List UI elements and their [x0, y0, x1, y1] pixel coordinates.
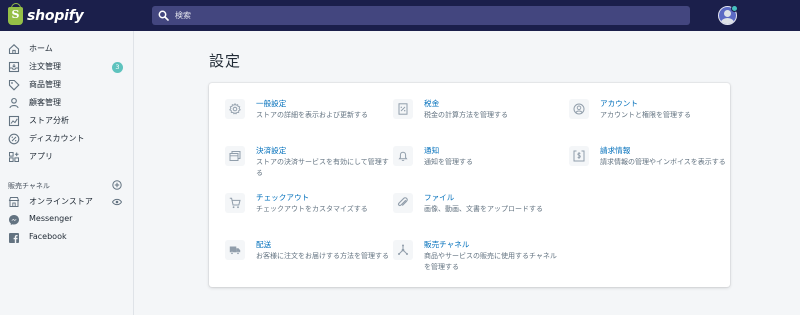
setting-title[interactable]: 税金: [424, 98, 439, 109]
setting-icon-tile: [225, 146, 245, 166]
sidebar-item-label: ディスカウント: [29, 134, 85, 143]
setting-icon-tile: [393, 193, 413, 213]
sidebar-item-label: 顧客管理: [29, 98, 61, 107]
setting-files[interactable]: ファイル 画像、動画、文書をアップロードする: [393, 193, 558, 233]
setting-description: チェックアウトをカスタマイズする: [256, 205, 368, 213]
sidebar-item-discounts[interactable]: ディスカウント: [0, 131, 134, 147]
setting-icon-tile: [225, 193, 245, 213]
setting-taxes[interactable]: 税金 税金の計算方法を管理する: [393, 99, 558, 139]
setting-title[interactable]: チェックアウト: [256, 192, 309, 203]
setting-description: 請求情報の管理やインボイスを表示する: [600, 158, 726, 166]
settings-card: 一般設定 ストアの詳細を表示および更新する 税金 税金の計算方法を管理する アカ…: [209, 83, 730, 287]
setting-title[interactable]: アカウント: [600, 98, 638, 109]
sidebar-item-facebook[interactable]: Facebook: [0, 230, 134, 246]
setting-shipping[interactable]: 配送 お客様に注文をお届けする方法を管理する: [225, 240, 390, 280]
eye-icon[interactable]: [112, 198, 122, 206]
setting-title[interactable]: 一般設定: [256, 98, 286, 109]
setting-sales-channels[interactable]: 販売チャネル 商品やサービスの販売に使用するチャネルを管理する: [393, 240, 558, 280]
add-channel-icon[interactable]: [112, 180, 122, 190]
search-icon: [158, 10, 169, 21]
channels-icon: [398, 244, 408, 255]
online-store-icon: [8, 197, 20, 207]
setting-description: 商品やサービスの販売に使用するチャネルを管理する: [424, 252, 557, 271]
setting-notifications[interactable]: 通知 通知を管理する: [393, 146, 558, 186]
payment-icon: [229, 151, 241, 161]
facebook-icon: [9, 233, 19, 243]
sidebar-item-label: 商品管理: [29, 80, 61, 89]
sidebar-item-label: Facebook: [29, 232, 67, 241]
setting-title[interactable]: ファイル: [424, 192, 454, 203]
orders-count-badge: 3: [112, 62, 123, 73]
tax-icon: [398, 103, 408, 115]
top-bar: S shopify: [0, 0, 800, 31]
truck-icon: [229, 246, 241, 255]
setting-icon-tile: [569, 99, 589, 119]
sales-channels-heading: 販売チャネル: [8, 182, 50, 190]
setting-title[interactable]: 決済設定: [256, 145, 286, 156]
orders-icon: [8, 61, 20, 73]
notification-dot: [731, 5, 738, 12]
sidebar-item-label: オンラインストア: [29, 197, 93, 206]
setting-description: お客様に注文をお届けする方法を管理する: [256, 252, 389, 260]
setting-description: 通知を管理する: [424, 158, 473, 166]
setting-payments[interactable]: 決済設定 ストアの決済サービスを有効にして管理する: [225, 146, 390, 186]
setting-icon-tile: [225, 240, 245, 260]
shopify-logo[interactable]: S shopify: [8, 3, 84, 26]
logo-text: shopify: [27, 8, 84, 24]
sidebar-item-apps[interactable]: アプリ: [0, 149, 134, 165]
sidebar-item-label: 注文管理: [29, 62, 61, 71]
setting-description: 税金の計算方法を管理する: [424, 111, 508, 119]
setting-icon-tile: [225, 99, 245, 119]
bell-icon: [398, 151, 408, 162]
search-bar[interactable]: [152, 6, 690, 25]
cart-icon: [229, 197, 241, 209]
search-input[interactable]: [175, 11, 675, 20]
setting-title[interactable]: 販売チャネル: [424, 239, 470, 250]
sidebar-item-label: Messenger: [29, 214, 73, 223]
sidebar-item-label: アプリ: [29, 152, 53, 161]
sidebar-item-products[interactable]: 商品管理: [0, 77, 134, 93]
logo-glyph: S: [11, 8, 20, 21]
setting-title[interactable]: 請求情報: [600, 145, 630, 156]
setting-description: ストアの決済サービスを有効にして管理する: [256, 158, 389, 177]
analytics-icon: [8, 115, 20, 127]
page-title: 設定: [209, 52, 242, 70]
sidebar-item-analytics[interactable]: ストア分析: [0, 113, 134, 129]
billing-icon: [573, 150, 585, 162]
sidebar-item-orders[interactable]: 注文管理 3: [0, 59, 134, 75]
setting-account[interactable]: アカウント アカウントと権限を管理する: [569, 99, 734, 139]
setting-icon-tile: [569, 146, 589, 166]
account-icon: [573, 103, 585, 115]
setting-title[interactable]: 配送: [256, 239, 271, 250]
gear-icon: [229, 103, 241, 115]
messenger-icon: [9, 215, 19, 225]
setting-description: アカウントと権限を管理する: [600, 111, 691, 119]
sidebar-item-customers[interactable]: 顧客管理: [0, 95, 134, 111]
paperclip-icon: [397, 197, 408, 207]
setting-title[interactable]: 通知: [424, 145, 439, 156]
sidebar-item-messenger[interactable]: Messenger: [0, 212, 134, 228]
home-icon: [8, 44, 20, 55]
sidebar-item-online-store[interactable]: オンラインストア: [0, 194, 134, 210]
setting-description: 画像、動画、文書をアップロードする: [424, 205, 543, 213]
setting-icon-tile: [393, 99, 413, 119]
setting-billing[interactable]: 請求情報 請求情報の管理やインボイスを表示する: [569, 146, 734, 186]
sidebar-item-home[interactable]: ホーム: [0, 41, 134, 57]
discount-icon: [8, 133, 20, 145]
shopify-bag-icon: S: [8, 3, 23, 25]
setting-description: ストアの詳細を表示および更新する: [256, 111, 368, 119]
sidebar: ホーム 注文管理 3 商品管理 顧客管理 ストア分析 ディスカウント アプリ 販…: [0, 31, 134, 315]
setting-icon-tile: [393, 146, 413, 166]
setting-checkout[interactable]: チェックアウト チェックアウトをカスタマイズする: [225, 193, 390, 233]
sidebar-item-label: ホーム: [29, 44, 53, 53]
customer-icon: [9, 97, 19, 109]
setting-general[interactable]: 一般設定 ストアの詳細を表示および更新する: [225, 99, 390, 139]
tag-icon: [8, 79, 20, 91]
apps-icon: [9, 152, 19, 162]
setting-icon-tile: [393, 240, 413, 260]
sidebar-item-label: ストア分析: [29, 116, 69, 125]
